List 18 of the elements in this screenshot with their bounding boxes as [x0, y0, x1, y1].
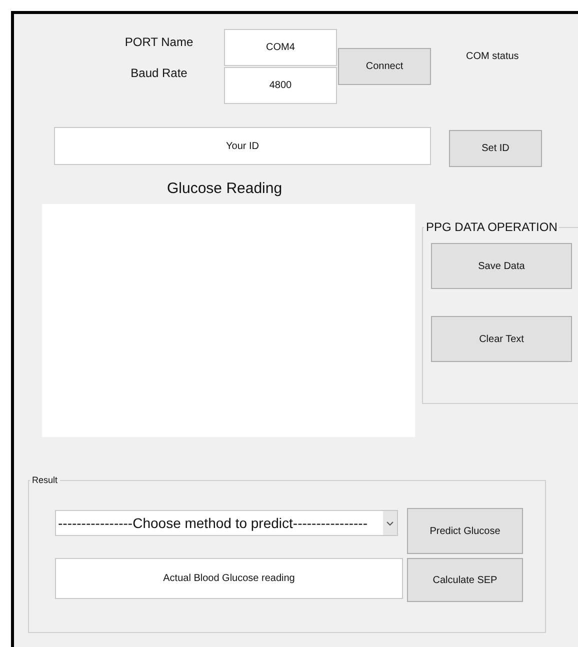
com-status-label: COM status	[466, 51, 519, 62]
baud-rate-label: Baud Rate	[130, 66, 188, 80]
chevron-down-icon	[383, 511, 397, 535]
port-name-label: PORT Name	[124, 35, 194, 49]
ppg-action-button[interactable]: Clear Text	[431, 316, 572, 362]
set-id-button[interactable]: Set ID	[449, 130, 542, 167]
id-field[interactable]: Your ID	[54, 127, 431, 165]
ppg-group-title: PPG DATA OPERATION	[425, 220, 558, 234]
calculate-sep-button[interactable]: Calculate SEP	[407, 558, 523, 602]
method-dropdown[interactable]: ----------------Choose method to predict----------------	[55, 510, 398, 536]
glucose-reading-title: Glucose Reading	[167, 180, 282, 197]
actual-glucose-field[interactable]: Actual Blood Glucose reading	[55, 558, 403, 599]
baud-rate-field[interactable]: 4800	[224, 67, 337, 104]
result-group-title: Result	[31, 475, 59, 485]
port-name-field[interactable]: COM4	[224, 29, 337, 66]
connect-button[interactable]: Connect	[338, 48, 431, 85]
predict-glucose-button[interactable]: Predict Glucose	[407, 508, 523, 554]
ppg-action-button[interactable]: Save Data	[431, 243, 572, 289]
